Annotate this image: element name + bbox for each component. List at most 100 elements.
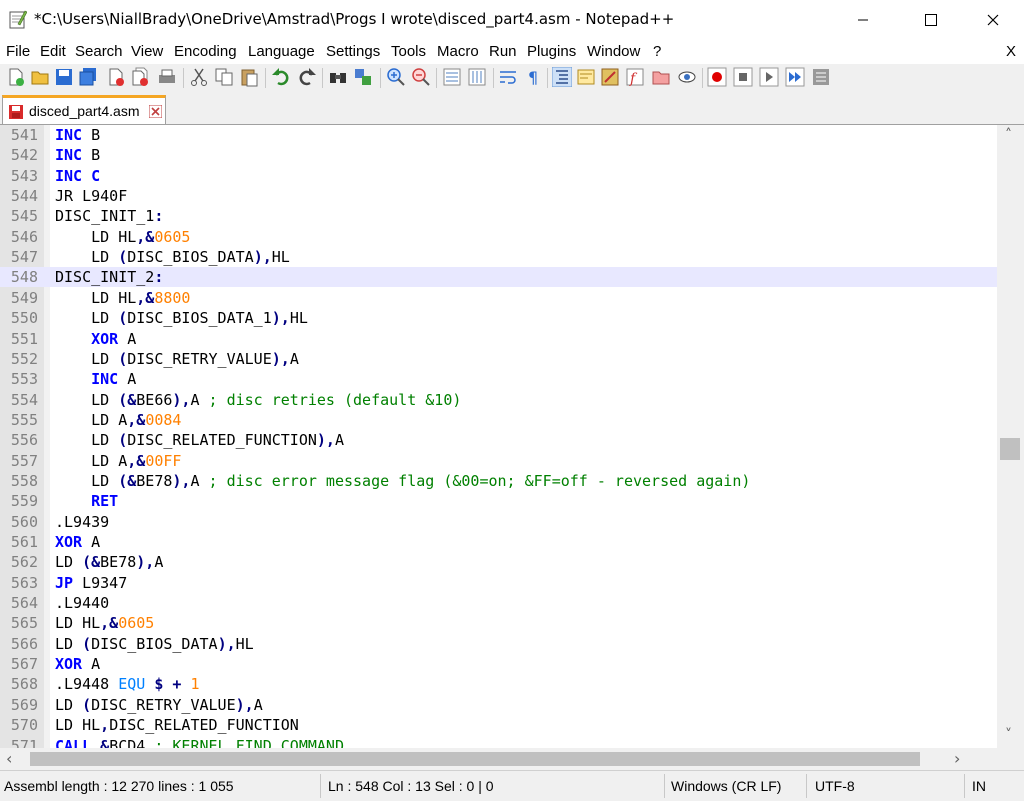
scroll-down-arrow-icon[interactable]: ˅ (1005, 727, 1012, 743)
code-line[interactable]: 543 INC C (0, 166, 997, 186)
status-encoding[interactable]: UTF-8 (815, 778, 855, 794)
minimize-button[interactable] (840, 0, 886, 40)
word-wrap-icon[interactable] (498, 67, 518, 87)
code-line[interactable]: 557 LD A,&00FF (0, 451, 997, 471)
code-text[interactable]: LD (&BE78),A (55, 552, 163, 572)
menu-settings[interactable]: Settings (326, 43, 380, 60)
code-text[interactable]: XOR A (55, 654, 100, 674)
open-file-icon[interactable] (30, 67, 50, 87)
code-line[interactable]: 571 CALL &BCD4 ; KERNEL_FIND_COMMAND (0, 736, 997, 749)
code-line[interactable]: 565 LD HL,&0605 (0, 613, 997, 633)
record-macro-icon[interactable] (707, 67, 727, 87)
scroll-left-arrow-icon[interactable]: ‹ (6, 749, 12, 768)
code-line[interactable]: 566 LD (DISC_BIOS_DATA),HL (0, 634, 997, 654)
code-line[interactable]: 570 LD HL,DISC_RELATED_FUNCTION (0, 715, 997, 735)
cut-icon[interactable] (189, 67, 209, 87)
code-text[interactable]: .L9448 EQU $ + 1 (55, 674, 200, 694)
code-line[interactable]: 563 JP L9347 (0, 573, 997, 593)
code-line[interactable]: 547 LD (DISC_BIOS_DATA),HL (0, 247, 997, 267)
paste-icon[interactable] (239, 67, 259, 87)
menu-encoding[interactable]: Encoding (174, 43, 237, 60)
show-all-chars-icon[interactable]: ¶ (523, 67, 543, 87)
indent-guide-icon[interactable] (552, 67, 572, 87)
function-list-icon[interactable] (600, 67, 620, 87)
close-all-icon[interactable] (130, 67, 150, 87)
scroll-right-arrow-icon[interactable]: › (954, 749, 960, 768)
copy-icon[interactable] (214, 67, 234, 87)
status-typing-mode[interactable]: IN (972, 778, 986, 794)
code-line[interactable]: 542 INC B (0, 145, 997, 165)
code-text[interactable]: INC B (55, 125, 100, 145)
print-icon[interactable] (157, 67, 177, 87)
code-line[interactable]: 545 DISC_INIT_1: (0, 206, 997, 226)
tab-close-icon[interactable] (149, 105, 162, 118)
zoom-in-icon[interactable] (386, 67, 406, 87)
code-line[interactable]: 554 LD (&BE66),A ; disc retries (default… (0, 390, 997, 410)
menu-help[interactable]: ? (653, 43, 661, 60)
sync-vertical-icon[interactable] (442, 67, 462, 87)
menu-view[interactable]: View (131, 43, 163, 60)
code-line[interactable]: 541 INC B (0, 125, 997, 145)
undo-icon[interactable] (271, 67, 291, 87)
code-line[interactable]: 552 LD (DISC_RETRY_VALUE),A (0, 349, 997, 369)
code-line[interactable]: 560 .L9439 (0, 512, 997, 532)
code-line[interactable]: 549 LD HL,&8800 (0, 288, 997, 308)
folder-as-workspace-icon[interactable]: f (625, 67, 645, 87)
menu-macro[interactable]: Macro (437, 43, 479, 60)
code-text[interactable]: LD (DISC_RETRY_VALUE),A (55, 349, 299, 369)
stop-macro-icon[interactable] (733, 67, 753, 87)
code-line[interactable]: 567 XOR A (0, 654, 997, 674)
code-text[interactable]: LD (DISC_RELATED_FUNCTION),A (55, 430, 344, 450)
code-text[interactable]: JP L9347 (55, 573, 127, 593)
code-line[interactable]: 553 INC A (0, 369, 997, 389)
maximize-button[interactable] (908, 0, 954, 40)
code-text[interactable]: .L9440 (55, 593, 109, 613)
scroll-up-arrow-icon[interactable]: ˄ (1005, 127, 1012, 143)
play-macro-icon[interactable] (759, 67, 779, 87)
code-text[interactable]: LD HL,DISC_RELATED_FUNCTION (55, 715, 299, 735)
code-text[interactable]: LD HL,&0605 (55, 227, 190, 247)
close-icon[interactable] (106, 67, 126, 87)
code-text[interactable]: LD (&BE66),A ; disc retries (default &10… (55, 390, 461, 410)
code-line[interactable]: 546 LD HL,&0605 (0, 227, 997, 247)
zoom-out-icon[interactable] (411, 67, 431, 87)
code-text[interactable]: LD A,&0084 (55, 410, 181, 430)
code-line[interactable]: 544 JR L940F (0, 186, 997, 206)
code-text[interactable]: JR L940F (55, 186, 127, 206)
code-text[interactable]: DISC_INIT_1: (55, 206, 163, 226)
monitoring-icon[interactable] (677, 67, 697, 87)
code-text[interactable]: LD (DISC_BIOS_DATA_1),HL (55, 308, 308, 328)
menu-window[interactable]: Window (587, 43, 640, 60)
code-text[interactable]: CALL &BCD4 ; KERNEL_FIND_COMMAND (55, 736, 344, 749)
menu-run[interactable]: Run (489, 43, 517, 60)
code-text[interactable]: LD (DISC_BIOS_DATA),HL (55, 247, 290, 267)
status-eol-format[interactable]: Windows (CR LF) (671, 778, 781, 794)
code-line[interactable]: 564 .L9440 (0, 593, 997, 613)
code-line[interactable]: 559 RET (0, 491, 997, 511)
code-text[interactable]: RET (55, 491, 118, 511)
document-map-icon[interactable] (576, 67, 596, 87)
close-window-button[interactable] (970, 0, 1016, 40)
horizontal-scrollbar-thumb[interactable] (30, 752, 920, 766)
folder-icon[interactable] (651, 67, 671, 87)
code-line[interactable]: 550 LD (DISC_BIOS_DATA_1),HL (0, 308, 997, 328)
code-text[interactable]: INC A (55, 369, 136, 389)
save-all-icon[interactable] (78, 67, 98, 87)
find-icon[interactable] (328, 67, 348, 87)
code-line[interactable]: 551 XOR A (0, 329, 997, 349)
save-macro-icon[interactable] (811, 67, 831, 87)
code-text[interactable]: LD HL,&0605 (55, 613, 154, 633)
code-text[interactable]: XOR A (55, 329, 136, 349)
code-line[interactable]: 556 LD (DISC_RELATED_FUNCTION),A (0, 430, 997, 450)
code-text[interactable]: LD (DISC_RETRY_VALUE),A (55, 695, 263, 715)
code-text[interactable]: LD HL,&8800 (55, 288, 190, 308)
menu-tools[interactable]: Tools (391, 43, 426, 60)
menu-edit[interactable]: Edit (40, 43, 66, 60)
vertical-scrollbar[interactable]: ˄ ˅ (997, 125, 1024, 748)
code-line[interactable]: 558 LD (&BE78),A ; disc error message fl… (0, 471, 997, 491)
run-macro-multiple-icon[interactable] (785, 67, 805, 87)
code-line[interactable]: 562 LD (&BE78),A (0, 552, 997, 572)
horizontal-scrollbar[interactable]: ‹ › (0, 748, 1024, 770)
code-line[interactable]: 569 LD (DISC_RETRY_VALUE),A (0, 695, 997, 715)
code-text[interactable]: INC C (55, 166, 100, 186)
